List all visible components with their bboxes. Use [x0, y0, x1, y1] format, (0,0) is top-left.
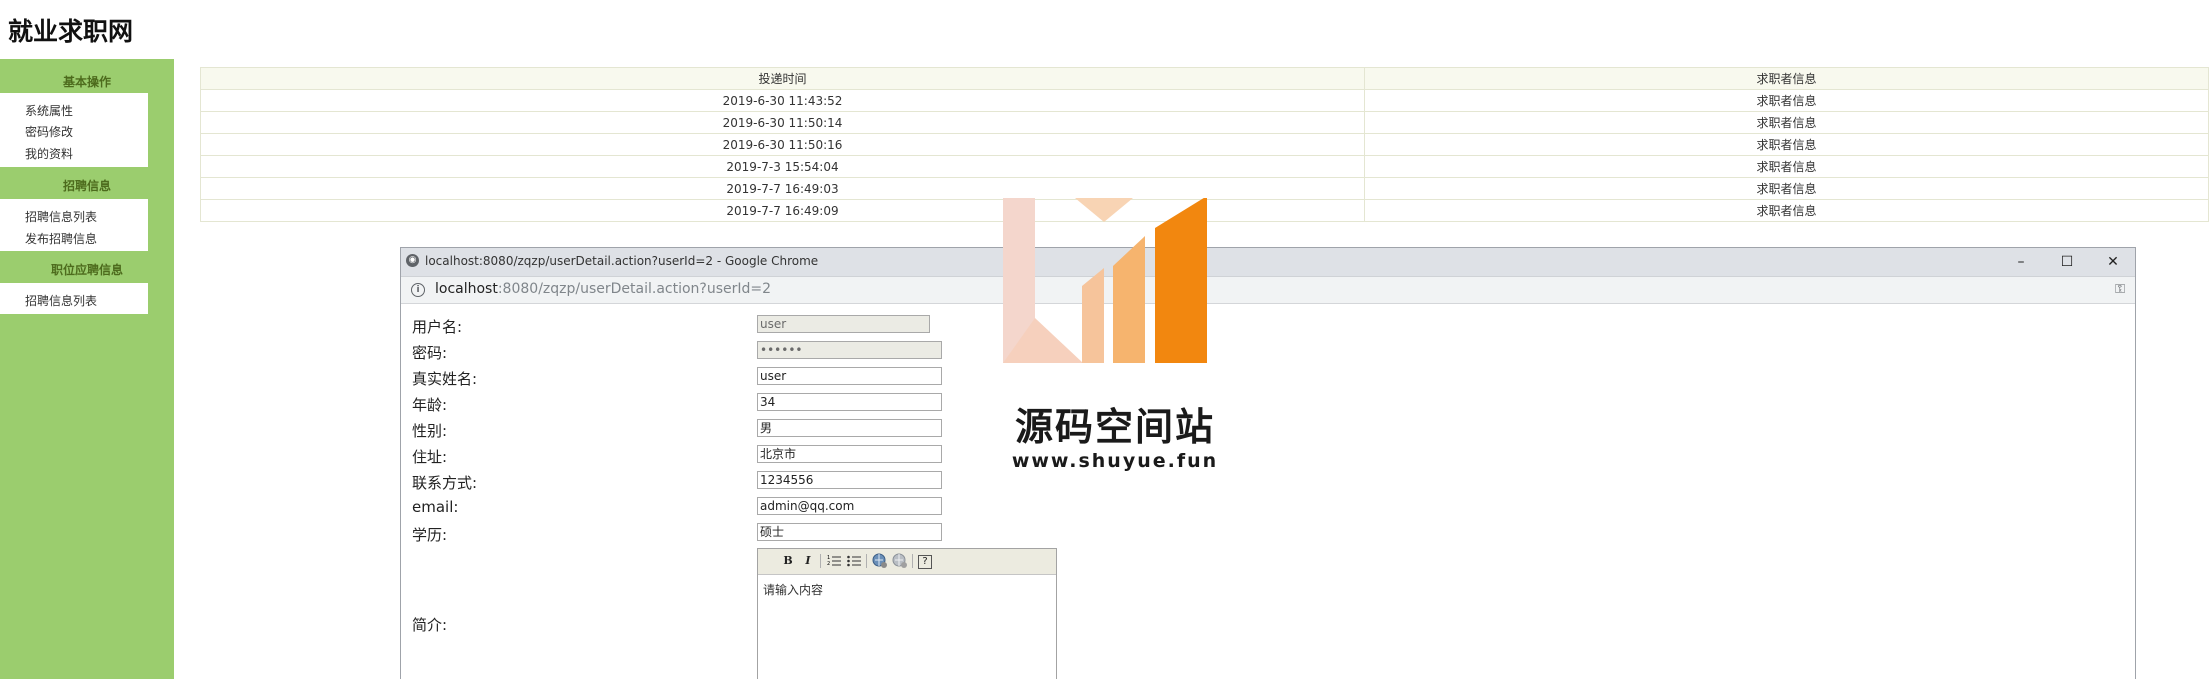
unlink-icon[interactable] [892, 553, 908, 569]
table-header-row: 投递时间 求职者信息 [200, 67, 2209, 90]
watermark-logo [1003, 198, 1207, 363]
sidebar-item-my-profile[interactable]: 我的资料 [25, 145, 73, 162]
sidebar-section-applications[interactable]: 职位应聘信息 [0, 261, 174, 278]
ordered-list-icon[interactable]: 12 [826, 553, 842, 569]
editor-toolbar: B I 12 ? [758, 549, 1056, 575]
address-field[interactable]: 北京市 [757, 445, 942, 463]
bold-button[interactable]: B [780, 553, 796, 569]
applicant-info-link[interactable]: 求职者信息 [1364, 89, 2209, 112]
address-bar[interactable]: i localhost:8080/zqzp/userDetail.action?… [401, 277, 2135, 304]
address-label: 住址: [412, 448, 448, 466]
maximize-button[interactable]: ☐ [2047, 251, 2087, 273]
sidebar-item-publish-job[interactable]: 发布招聘信息 [25, 230, 97, 247]
toolbar-divider [912, 554, 913, 568]
applicant-info-link[interactable]: 求职者信息 [1364, 199, 2209, 222]
minimize-button[interactable]: – [2001, 251, 2041, 273]
toolbar-divider [820, 554, 821, 568]
sidebar-item-change-password[interactable]: 密码修改 [25, 123, 73, 140]
column-header-submit-time: 投递时间 [200, 67, 1365, 90]
table-row: 2019-6-30 11:50:14 求职者信息 [200, 111, 2209, 134]
submit-time-cell: 2019-6-30 11:50:14 [200, 111, 1365, 134]
submit-time-cell: 2019-7-7 16:49:03 [200, 177, 1365, 200]
key-icon[interactable]: ⚿ [2115, 282, 2125, 297]
intro-rich-text-editor: B I 12 ? 请输入内容 [757, 548, 1057, 679]
italic-button[interactable]: I [800, 553, 816, 569]
watermark-url: www.shuyue.fun [1011, 450, 1219, 472]
table-row: 2019-6-30 11:43:52 求职者信息 [200, 89, 2209, 112]
real-name-label: 真实姓名: [412, 370, 478, 388]
age-label: 年龄: [412, 396, 448, 414]
sidebar-item-job-list[interactable]: 招聘信息列表 [25, 208, 97, 225]
window-title: localhost:8080/zqzp/userDetail.action?us… [425, 254, 819, 268]
username-label: 用户名: [412, 318, 463, 336]
submit-time-cell: 2019-6-30 11:43:52 [200, 89, 1365, 112]
sidebar-section-basic-ops[interactable]: 基本操作 [0, 73, 174, 90]
gender-label: 性别: [412, 422, 448, 440]
watermark-title: 源码空间站 [1014, 405, 1215, 449]
user-detail-popup-window: ◉ localhost:8080/zqzp/userDetail.action?… [400, 247, 2136, 679]
submit-time-cell: 2019-6-30 11:50:16 [200, 133, 1365, 156]
email-field[interactable]: admin@qq.com [757, 497, 942, 515]
editor-content[interactable]: 请输入内容 [758, 575, 1056, 604]
age-field[interactable]: 34 [757, 393, 942, 411]
applicant-info-link[interactable]: 求职者信息 [1364, 111, 2209, 134]
applicant-info-link[interactable]: 求职者信息 [1364, 177, 2209, 200]
password-label: 密码: [412, 344, 448, 362]
intro-label: 简介: [412, 616, 448, 634]
sidebar-group-applications: 招聘信息列表 [0, 283, 148, 314]
svg-text:2: 2 [827, 561, 830, 567]
education-field[interactable]: 硕士 [757, 523, 942, 541]
toolbar-divider [866, 554, 867, 568]
unordered-list-icon[interactable] [846, 553, 862, 569]
sidebar-item-application-list[interactable]: 招聘信息列表 [25, 292, 97, 309]
table-row: 2019-7-3 15:54:04 求职者信息 [200, 155, 2209, 178]
url-host: localhost [435, 281, 498, 297]
close-button[interactable]: ✕ [2093, 251, 2133, 273]
submit-time-cell: 2019-7-3 15:54:04 [200, 155, 1365, 178]
education-label: 学历: [412, 526, 448, 544]
sidebar-group-job-info: 招聘信息列表 发布招聘信息 [0, 199, 148, 251]
gender-field[interactable]: 男 [757, 419, 942, 437]
help-icon[interactable]: ? [918, 555, 932, 569]
watermark: 源码空间站 www.shuyue.fun [995, 198, 1235, 478]
site-title: 就业求职网 [8, 17, 134, 46]
real-name-field[interactable]: user [757, 367, 942, 385]
sidebar-section-job-info[interactable]: 招聘信息 [0, 177, 174, 194]
password-field[interactable]: •••••• [757, 341, 942, 359]
url-text[interactable]: localhost:8080/zqzp/userDetail.action?us… [435, 281, 771, 297]
email-label: email: [412, 498, 459, 516]
contact-label: 联系方式: [412, 474, 478, 492]
sidebar-group-basic-ops: 系统属性 密码修改 我的资料 [0, 93, 148, 167]
sidebar: 基本操作 系统属性 密码修改 我的资料 招聘信息 招聘信息列表 发布招聘信息 职… [0, 59, 174, 679]
window-titlebar[interactable]: ◉ localhost:8080/zqzp/userDetail.action?… [401, 248, 2135, 277]
applicant-info-link[interactable]: 求职者信息 [1364, 155, 2209, 178]
applicant-info-link[interactable]: 求职者信息 [1364, 133, 2209, 156]
sidebar-item-system-properties[interactable]: 系统属性 [25, 102, 73, 119]
info-icon[interactable]: i [411, 283, 425, 297]
table-row: 2019-7-7 16:49:03 求职者信息 [200, 177, 2209, 200]
url-path: :8080/zqzp/userDetail.action?userId=2 [497, 281, 772, 297]
chrome-icon: ◉ [406, 254, 419, 267]
column-header-applicant-info: 求职者信息 [1364, 67, 2209, 90]
table-row: 2019-6-30 11:50:16 求职者信息 [200, 133, 2209, 156]
contact-field[interactable]: 1234556 [757, 471, 942, 489]
username-field[interactable]: user [757, 315, 930, 333]
insert-link-icon[interactable] [872, 553, 888, 569]
